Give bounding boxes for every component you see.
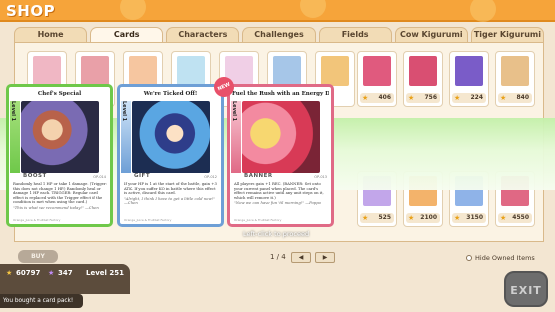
page-title: SHOP — [6, 2, 56, 20]
prev-page-button[interactable]: ◀ — [291, 252, 311, 263]
item-art — [321, 56, 349, 86]
wins-icon: ★ — [48, 269, 55, 277]
price-value: 3150 — [466, 214, 483, 221]
card-effect: Randomly heal 1 HP or take 1 damage. (Tr… — [13, 181, 107, 205]
card-number: OP-013 — [314, 175, 327, 179]
price-tag: ★ 224 — [452, 93, 486, 103]
radio-icon[interactable] — [466, 255, 472, 261]
card-type: BOOST — [23, 173, 47, 179]
price-value: 756 — [424, 94, 437, 101]
price-tag: ★ 406 — [360, 93, 394, 103]
card-art — [21, 101, 99, 173]
toast-message: You bought a card pack! — [0, 294, 83, 308]
revealed-card[interactable]: We're Ticked Off! Level 1 GIFT OP-012 If… — [117, 84, 224, 227]
card-number: OP-012 — [204, 175, 217, 179]
card-level: Level 1 — [10, 101, 16, 122]
tab-cow-kigurumi[interactable]: Cow Kigurumi — [394, 27, 468, 42]
price-value: 525 — [378, 214, 391, 221]
revealed-card[interactable]: Fuel the Rush with an Energy Drink Level… — [227, 84, 334, 227]
decorative-dot — [470, 0, 496, 22]
tab-characters[interactable]: Characters — [166, 27, 240, 42]
buy-button[interactable]: BUY — [18, 250, 58, 263]
star-icon: ★ — [362, 94, 369, 102]
revealed-card[interactable]: Chef's Special Level 1 BOOST OP-014 Rand… — [6, 84, 113, 227]
card-level: Level 1 — [231, 101, 237, 122]
item-art — [455, 56, 483, 86]
card-name: We're Ticked Off! — [143, 91, 198, 97]
price-tag: ★ 756 — [406, 93, 440, 103]
price-tag: ★ 3150 — [452, 213, 486, 223]
price-value: 840 — [516, 94, 529, 101]
proceed-hint: Left-click to proceed — [243, 230, 310, 238]
tab-home[interactable]: Home — [14, 27, 88, 42]
exit-button[interactable]: EXIT — [504, 271, 548, 307]
star-icon: ★ — [500, 214, 507, 222]
price-tag: ★ 525 — [360, 213, 394, 223]
card-text: All players gain +1 REC. (BANNER: Set on… — [234, 181, 328, 206]
price-tag: ★ 840 — [498, 93, 532, 103]
item-art — [177, 56, 205, 86]
card-name: Fuel the Rush with an Energy Drink — [232, 91, 329, 97]
hide-owned-label: Hide Owned Items — [475, 254, 535, 262]
star-icon: ★ — [6, 269, 13, 277]
item-art — [409, 56, 437, 86]
wins-count: 347 — [58, 269, 73, 277]
star-icon: ★ — [454, 214, 461, 222]
shop-item[interactable]: ★ 840 — [495, 51, 535, 107]
card-art — [132, 101, 210, 173]
item-art — [33, 56, 61, 86]
page-indicator: 1 / 4 — [270, 253, 286, 261]
status-bar: ★ 60797 ★ 347 Level 251 — [0, 264, 130, 294]
item-art — [81, 56, 109, 86]
price-tag: ★ 4550 — [498, 213, 532, 223]
card-number: OP-014 — [93, 175, 106, 179]
item-art — [501, 56, 529, 86]
shop-item[interactable]: ★ 756 — [403, 51, 443, 107]
shop-item[interactable]: ★ 224 — [449, 51, 489, 107]
tab-tiger-kigurumi[interactable]: Tiger Kigurumi — [470, 27, 544, 42]
card-credit: Orange_Juice & Fruitbat Factory — [13, 218, 61, 222]
price-tag: ★ 2100 — [406, 213, 440, 223]
card-text: Randomly heal 1 HP or take 1 damage. (Tr… — [13, 181, 107, 211]
star-count: 60797 — [16, 269, 41, 277]
player-level: Level 251 — [86, 269, 124, 277]
tab-fields[interactable]: Fields — [318, 27, 392, 42]
price-value: 224 — [470, 94, 483, 101]
top-bar: SHOP — [0, 0, 555, 22]
card-name: Chef's Special — [37, 91, 82, 97]
card-type: GIFT — [134, 173, 151, 179]
star-icon: ★ — [454, 94, 461, 102]
tab-cards[interactable]: Cards — [90, 27, 164, 42]
price-value: 2100 — [420, 214, 437, 221]
card-flavor: "Now we can have fun 'til morning!" —Pop… — [234, 200, 321, 206]
card-flavor: "Alright, I think I have to get a little… — [124, 195, 215, 206]
card-text: If your HP is 1 at the start of the batt… — [124, 181, 218, 206]
card-credit: Orange_Juice & Fruitbat Factory — [234, 218, 282, 222]
card-level: Level 1 — [121, 101, 127, 122]
tab-bar: Home Cards Characters Challenges Fields … — [14, 27, 544, 42]
price-value: 406 — [378, 94, 391, 101]
next-page-button[interactable]: ▶ — [315, 252, 335, 263]
hide-owned-toggle[interactable]: Hide Owned Items — [466, 254, 535, 262]
card-credit: Orange_Juice & Fruitbat Factory — [124, 218, 172, 222]
decorative-dot — [120, 0, 146, 20]
card-flavor: "This is what we recommend today!" —Chen — [13, 204, 99, 210]
card-art — [242, 101, 320, 173]
star-icon: ★ — [408, 94, 415, 102]
item-art — [363, 56, 391, 86]
shop-item[interactable]: ★ 406 — [357, 51, 397, 107]
star-icon: ★ — [500, 94, 507, 102]
card-effect: All players gain +1 REC. (BANNER: Set on… — [234, 181, 324, 200]
decorative-dot — [300, 0, 326, 18]
item-art — [273, 56, 301, 86]
star-icon: ★ — [408, 214, 415, 222]
price-value: 4550 — [512, 214, 529, 221]
tab-challenges[interactable]: Challenges — [242, 27, 316, 42]
star-icon: ★ — [362, 214, 369, 222]
card-effect: If your HP is 1 at the start of the batt… — [124, 181, 217, 196]
item-art — [129, 56, 157, 86]
card-type: BANNER — [244, 173, 273, 179]
